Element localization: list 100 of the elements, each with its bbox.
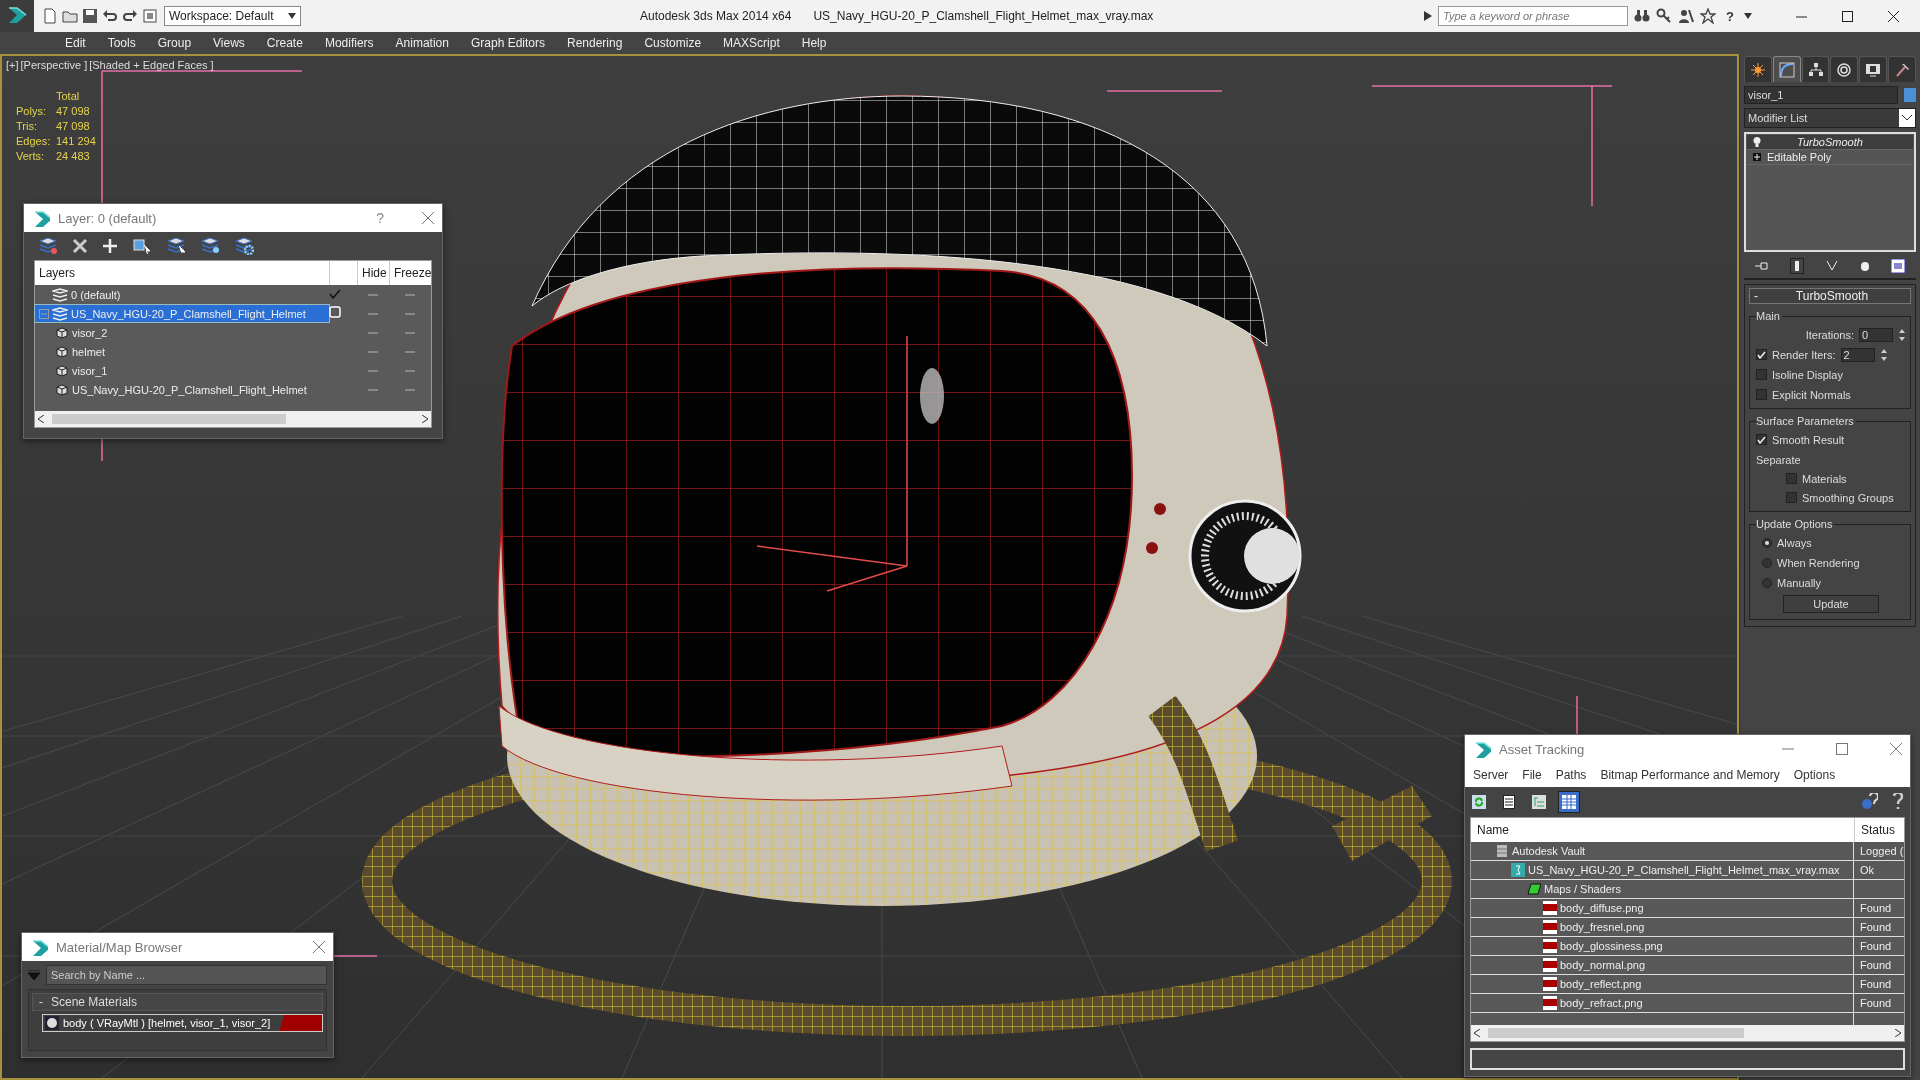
cube-cursor-icon[interactable] xyxy=(132,237,152,255)
asset-row[interactable]: Autodesk Vault Logged ( xyxy=(1471,842,1904,861)
checkbox[interactable] xyxy=(1756,349,1767,360)
checkbox[interactable] xyxy=(1786,492,1797,503)
panel-tab[interactable] xyxy=(1744,56,1772,82)
panel-tab[interactable] xyxy=(1830,56,1859,82)
column-header[interactable]: Hide xyxy=(357,261,389,285)
key-icon[interactable] xyxy=(1656,8,1673,24)
modifier-stack-item[interactable]: Editable Poly xyxy=(1747,150,1913,165)
asset-row[interactable]: body_reflect.png Found xyxy=(1471,975,1904,994)
material-item[interactable]: body ( VRayMtl ) [helmet, visor_1, visor_2] xyxy=(42,1014,323,1032)
object-color-swatch[interactable] xyxy=(1904,88,1916,102)
menu-item[interactable]: Create xyxy=(255,36,314,50)
undo-icon[interactable] xyxy=(102,8,118,24)
object-name-field[interactable]: visor_1 xyxy=(1744,86,1898,104)
panel-tab[interactable] xyxy=(1801,56,1830,82)
menu-item[interactable]: Paths xyxy=(1555,768,1587,782)
asset-row[interactable]: body_normal.png Found xyxy=(1471,956,1904,975)
layer-row[interactable]: helmet xyxy=(35,343,329,360)
star-icon[interactable] xyxy=(1700,8,1717,24)
horizontal-scrollbar[interactable] xyxy=(1471,1025,1904,1041)
plus-icon[interactable] xyxy=(102,238,118,254)
layer-row[interactable]: US_Navy_HGU-20_P_Clamshell_Flight_Helmet xyxy=(35,305,329,322)
asset-row[interactable]: body_fresnel.png Found xyxy=(1471,918,1904,937)
list-icon[interactable] xyxy=(1503,795,1515,809)
asset-row[interactable]: Maps / Shaders xyxy=(1471,880,1904,899)
spinner-arrows-icon[interactable] xyxy=(1898,327,1906,342)
layer-stack-gear-icon[interactable] xyxy=(234,237,254,255)
spinner-field[interactable]: 0 xyxy=(1859,327,1893,342)
panel-tab[interactable] xyxy=(1859,56,1888,82)
radio-button[interactable] xyxy=(1762,557,1772,568)
menu-item[interactable]: MAXScript xyxy=(712,36,791,50)
people-icon[interactable] xyxy=(1678,8,1695,24)
spinner-arrows-icon[interactable] xyxy=(1879,347,1888,362)
menu-item[interactable]: Group xyxy=(146,36,203,50)
group-header[interactable]: - Scene Materials xyxy=(32,993,323,1011)
pillar-icon[interactable] xyxy=(1790,258,1805,274)
menu-item[interactable]: Graph Editors xyxy=(459,36,556,50)
layer-stack-cursor-icon[interactable] xyxy=(166,237,186,255)
folder-icon[interactable] xyxy=(62,8,78,24)
panel-tab[interactable] xyxy=(1888,56,1916,82)
maximize-icon[interactable] xyxy=(1841,10,1853,22)
menu-item[interactable]: File xyxy=(1522,768,1542,782)
asset-row[interactable]: body_refract.png Found xyxy=(1471,994,1904,1013)
app-logo[interactable] xyxy=(0,0,34,32)
menu-item[interactable]: Rendering xyxy=(556,36,634,50)
search-field[interactable]: Type a keyword or phrase xyxy=(1438,6,1629,26)
lightbulb-icon[interactable] xyxy=(1753,137,1761,147)
layer-stack-pin-icon[interactable] xyxy=(200,237,220,255)
asset-row[interactable]: body_glossiness.png Found xyxy=(1471,937,1904,956)
menu-item[interactable]: Animation xyxy=(384,36,460,50)
asset-row[interactable]: body_diffuse.png Found xyxy=(1471,899,1904,918)
table-icon[interactable] xyxy=(1562,795,1576,809)
menu-item[interactable]: Modifiers xyxy=(313,36,385,50)
checkbox[interactable] xyxy=(1756,369,1767,380)
menu-item[interactable]: Customize xyxy=(633,36,713,50)
cross-icon[interactable] xyxy=(72,238,88,254)
mouse-icon[interactable] xyxy=(1859,260,1870,272)
help-button[interactable]: ? xyxy=(1722,8,1738,24)
close-icon[interactable] xyxy=(1887,10,1899,22)
radio-button[interactable] xyxy=(1762,577,1772,588)
column-header[interactable]: Freeze xyxy=(389,261,431,285)
viewport-label[interactable]: [Perspective ] xyxy=(20,59,88,71)
viewport-label[interactable]: [Shaded + Edged Faces ] xyxy=(89,59,214,71)
caret-icon[interactable] xyxy=(1424,11,1433,21)
column-header[interactable]: Status xyxy=(1854,818,1904,842)
modifier-stack-item[interactable]: TurboSmooth xyxy=(1747,135,1913,150)
radio-button[interactable] xyxy=(1762,537,1772,548)
redo-icon[interactable] xyxy=(122,8,138,24)
layer-row[interactable]: visor_1 xyxy=(35,362,329,379)
new-file-icon[interactable] xyxy=(42,8,58,24)
fork-icon[interactable] xyxy=(1826,260,1838,272)
workspace-dropdown[interactable]: Workspace: Default xyxy=(164,6,301,26)
asset-row[interactable]: US_Navy_HGU-20_P_Clamshell_Flight_Helmet_max_vray.max Ok xyxy=(1471,861,1904,880)
modifier-list-dropdown[interactable]: Modifier List xyxy=(1744,108,1916,128)
menu-item[interactable]: Edit xyxy=(54,36,97,50)
layer-row[interactable]: 0 (default) xyxy=(35,286,329,303)
rollout-header[interactable]: - TurboSmooth xyxy=(1749,288,1911,304)
pin-icon[interactable] xyxy=(1754,261,1769,271)
menu-item[interactable]: Server xyxy=(1473,768,1509,782)
viewport-label[interactable]: [+] xyxy=(6,59,19,71)
update-button[interactable]: Update xyxy=(1783,595,1879,613)
menu-item[interactable]: Options xyxy=(1793,768,1836,782)
panel-tab[interactable] xyxy=(1772,56,1801,82)
grid-window-icon[interactable] xyxy=(1891,259,1906,273)
plus-box-icon[interactable] xyxy=(1753,153,1761,161)
checkmark-icon[interactable] xyxy=(329,288,341,299)
binoculars-icon[interactable] xyxy=(1634,8,1651,24)
checkbox[interactable] xyxy=(1756,389,1767,400)
menu-item[interactable]: Views xyxy=(202,36,256,50)
checkbox[interactable] xyxy=(1786,473,1797,484)
column-header[interactable]: Layers xyxy=(35,261,329,285)
checkbox-icon[interactable] xyxy=(329,306,341,318)
caret-icon[interactable] xyxy=(1744,13,1752,19)
menu-item[interactable]: Help xyxy=(790,36,838,50)
search-field[interactable]: Search by Name ... xyxy=(46,965,327,985)
checkbox[interactable] xyxy=(1756,434,1767,445)
layer-stack-icon[interactable] xyxy=(38,237,58,255)
help-globe-icon[interactable] xyxy=(1860,793,1878,811)
layer-row[interactable]: US_Navy_HGU-20_P_Clamshell_Flight_Helmet xyxy=(35,381,329,398)
